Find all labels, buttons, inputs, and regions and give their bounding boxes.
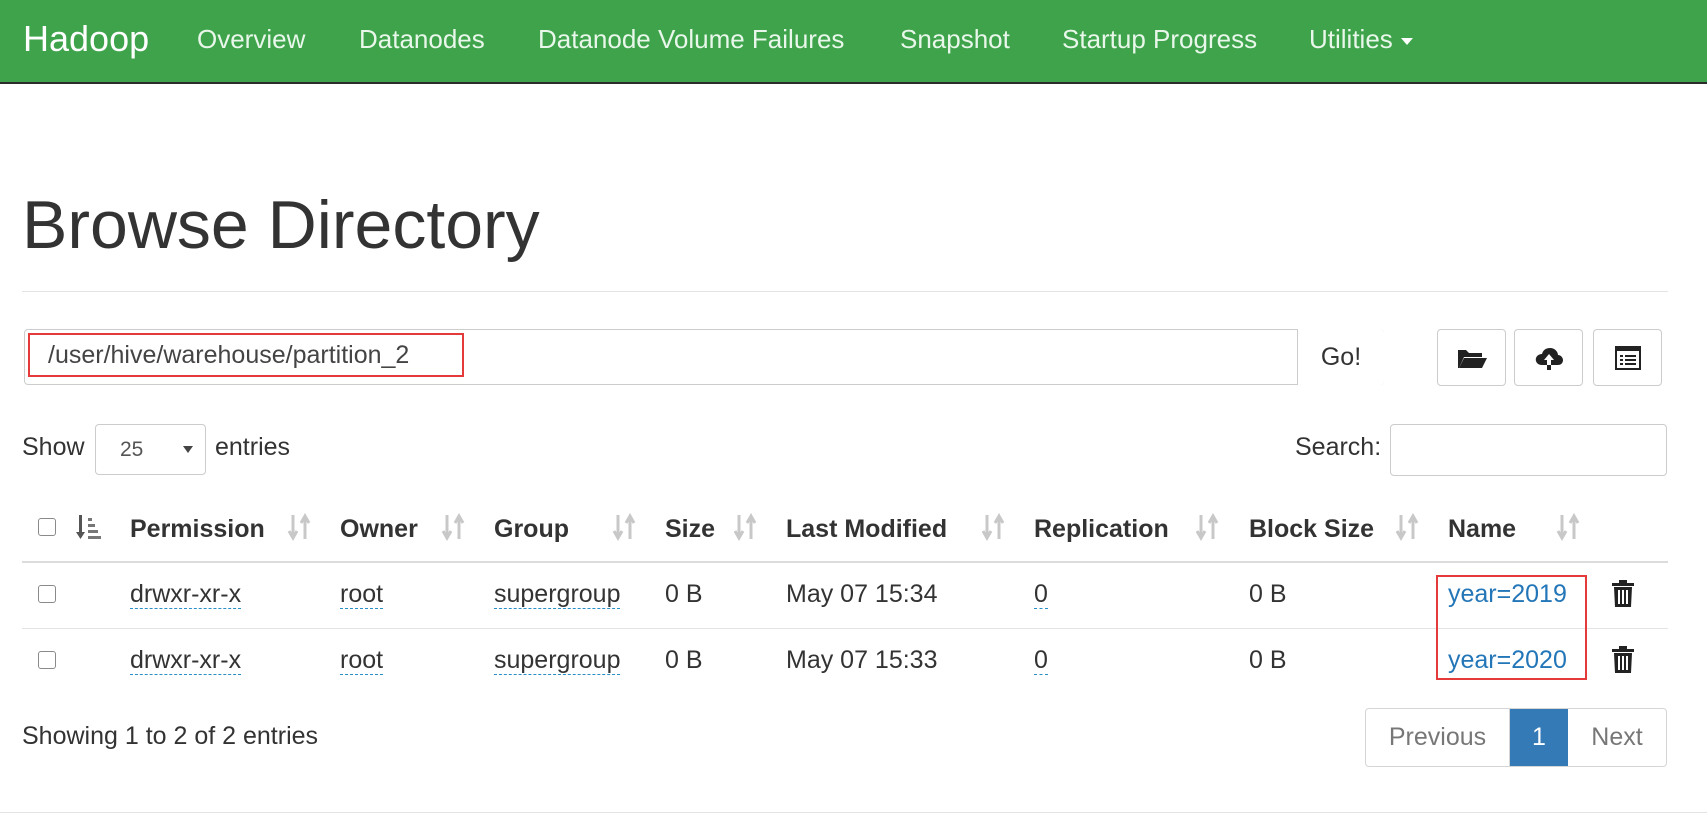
column-header-replication[interactable]: Replication (1034, 515, 1169, 544)
cell-block-size: 0 B (1249, 646, 1287, 674)
group-link[interactable]: supergroup (494, 580, 621, 609)
cell-owner: root (340, 646, 384, 675)
column-header-size[interactable]: Size (665, 515, 715, 544)
column-header-block-size[interactable]: Block Size (1249, 515, 1374, 544)
cell-permission: drwxr-xr-x (130, 646, 242, 675)
cell-size: 0 B (665, 646, 703, 674)
trash-icon[interactable] (1611, 646, 1635, 674)
cell-size: 0 B (665, 580, 703, 608)
cell-replication: 0 (1034, 580, 1048, 609)
caret-down-icon (1400, 37, 1413, 45)
show-label: Show (22, 433, 85, 461)
owner-link[interactable]: root (340, 646, 384, 675)
select-all-checkbox[interactable] (38, 518, 56, 536)
cell-last-modified: May 07 15:33 (786, 646, 938, 674)
cell-last-modified: May 07 15:34 (786, 580, 938, 608)
column-header-name[interactable]: Name (1448, 515, 1516, 544)
select-arrow-icon (183, 446, 193, 453)
pagination: Previous 1 Next (1365, 708, 1667, 767)
name-highlight-box (1436, 575, 1587, 680)
cell-group: supergroup (494, 646, 621, 675)
nav-datanodes[interactable]: Datanodes (359, 24, 485, 55)
pagination-next[interactable]: Next (1568, 709, 1666, 766)
sort-both-icon[interactable] (440, 512, 466, 542)
search-input[interactable] (1390, 424, 1667, 476)
sort-amount-icon[interactable] (76, 512, 102, 542)
search-label: Search: (1295, 433, 1382, 461)
sort-both-icon[interactable] (1394, 512, 1420, 542)
cell-block-size: 0 B (1249, 580, 1287, 608)
entries-select-value: 25 (120, 438, 144, 461)
sort-both-icon[interactable] (611, 512, 637, 542)
nav-overview[interactable]: Overview (197, 24, 305, 55)
cell-group: supergroup (494, 580, 621, 609)
table-info: Showing 1 to 2 of 2 entries (22, 722, 319, 750)
cell-replication: 0 (1034, 646, 1048, 675)
pagination-page-current[interactable]: 1 (1510, 709, 1568, 766)
row-divider (22, 628, 1668, 629)
page-title: Browse Directory (22, 187, 540, 263)
nav-utilities-dropdown[interactable]: Utilities (1309, 24, 1413, 55)
entries-label: entries (215, 433, 291, 461)
sort-both-icon[interactable] (732, 512, 758, 542)
sort-both-icon[interactable] (1194, 512, 1220, 542)
top-navbar: Hadoop Overview Datanodes Datanode Volum… (0, 0, 1707, 84)
owner-link[interactable]: root (340, 580, 384, 609)
sort-both-icon[interactable] (1555, 512, 1581, 542)
nav-startup-progress[interactable]: Startup Progress (1062, 24, 1257, 55)
column-header-group[interactable]: Group (494, 515, 569, 544)
permission-link[interactable]: drwxr-xr-x (130, 580, 242, 609)
row-checkbox[interactable] (38, 651, 56, 669)
table-header-divider (22, 561, 1668, 563)
path-input-group: /user/hive/warehouse/partition_2 Go! (24, 329, 1384, 385)
cloud-upload-icon (1535, 347, 1563, 370)
cut-paste-button[interactable] (1593, 329, 1662, 386)
replication-link[interactable]: 0 (1034, 646, 1048, 675)
list-alt-icon (1614, 345, 1641, 370)
create-directory-button[interactable] (1437, 329, 1506, 386)
nav-snapshot[interactable]: Snapshot (900, 24, 1010, 55)
column-header-last-modified[interactable]: Last Modified (786, 515, 947, 544)
footer-divider (0, 812, 1707, 813)
go-button[interactable]: Go! (1297, 329, 1384, 385)
entries-per-page-select[interactable]: 25 (95, 424, 206, 475)
upload-button[interactable] (1514, 329, 1583, 386)
brand-logo[interactable]: Hadoop (23, 18, 149, 60)
column-header-permission[interactable]: Permission (130, 515, 265, 544)
column-header-owner[interactable]: Owner (340, 515, 418, 544)
group-link[interactable]: supergroup (494, 646, 621, 675)
sort-both-icon[interactable] (980, 512, 1006, 542)
path-input[interactable]: /user/hive/warehouse/partition_2 (28, 333, 464, 377)
cell-owner: root (340, 580, 384, 609)
folder-open-icon (1457, 349, 1487, 368)
cell-permission: drwxr-xr-x (130, 580, 242, 609)
permission-link[interactable]: drwxr-xr-x (130, 646, 242, 675)
row-checkbox[interactable] (38, 585, 56, 603)
sort-both-icon[interactable] (286, 512, 312, 542)
title-divider (22, 291, 1668, 292)
pagination-previous[interactable]: Previous (1366, 709, 1510, 766)
nav-datanode-volume-failures[interactable]: Datanode Volume Failures (538, 24, 844, 55)
replication-link[interactable]: 0 (1034, 580, 1048, 609)
nav-utilities-label: Utilities (1309, 24, 1393, 54)
trash-icon[interactable] (1611, 580, 1635, 608)
